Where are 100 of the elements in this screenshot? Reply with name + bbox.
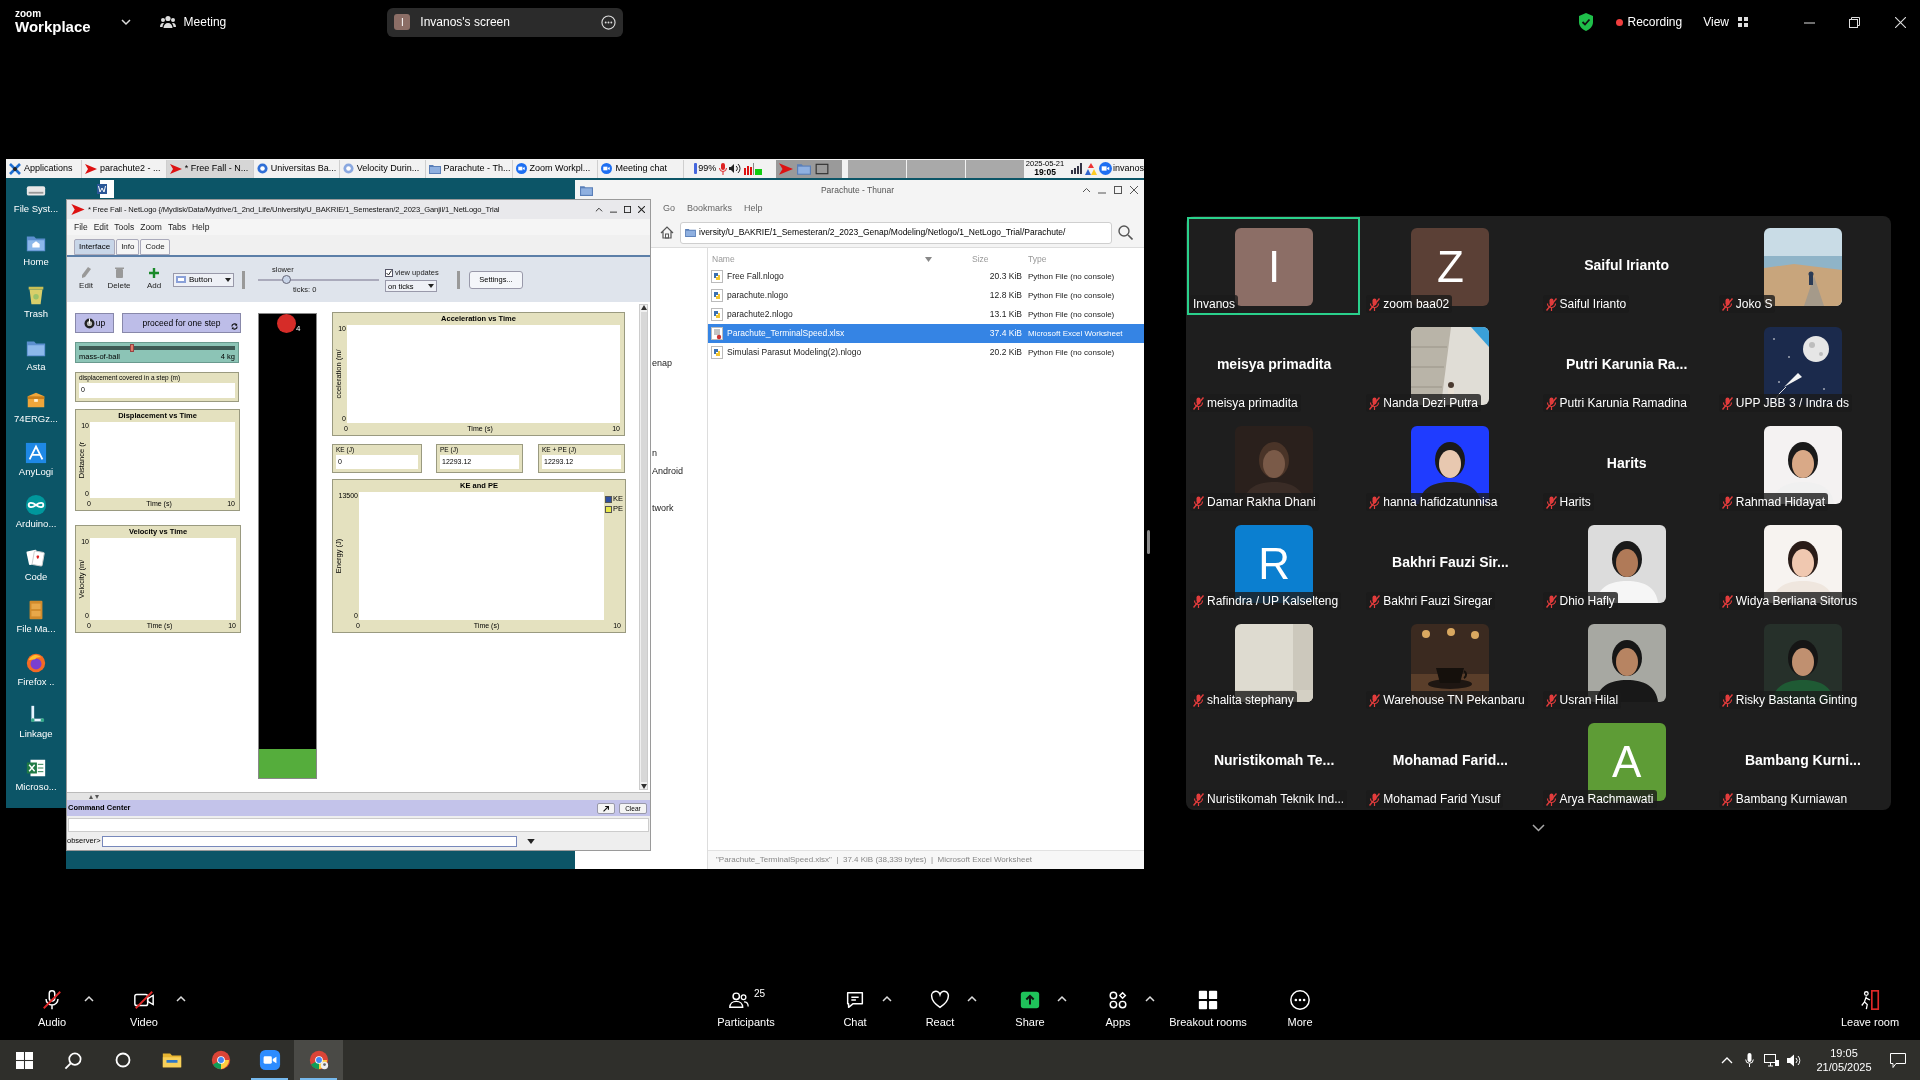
sidebar-item[interactable]: Android xyxy=(652,466,684,477)
chevron-down-icon[interactable] xyxy=(1532,824,1545,832)
caret-up-icon[interactable] xyxy=(174,994,188,1004)
clock-date[interactable]: 21/05/2025 xyxy=(1816,1060,1872,1074)
caret-up-icon[interactable] xyxy=(1143,994,1157,1004)
volume-icon[interactable] xyxy=(1787,1053,1802,1067)
dropdown-arrow-icon[interactable] xyxy=(526,838,535,844)
tool-button[interactable]: Delete xyxy=(104,267,134,292)
model-button[interactable]: up xyxy=(75,313,114,333)
chevron-up-icon[interactable] xyxy=(595,205,603,214)
sidebar-item[interactable]: enap xyxy=(652,358,673,369)
browser-icon[interactable] xyxy=(25,651,47,674)
toolbar-button[interactable]: Chat xyxy=(830,985,880,1035)
toolbar-button[interactable]: Video xyxy=(114,985,174,1035)
speaker-icon[interactable] xyxy=(729,163,742,174)
desktop-icon-label[interactable]: Microso... xyxy=(15,780,57,793)
tab[interactable]: Interface xyxy=(74,239,116,255)
caret-up-icon[interactable] xyxy=(82,994,96,1004)
meeting-button[interactable]: Meeting xyxy=(159,13,227,31)
desktop-icon-label[interactable]: Linkage xyxy=(19,728,53,740)
speed-slider[interactable] xyxy=(258,275,379,284)
taskbar-button[interactable]: * Free Fall - N... xyxy=(166,159,254,178)
sidebar-item[interactable]: n xyxy=(652,448,657,459)
caret-up-icon[interactable] xyxy=(880,994,894,1004)
toolbar-button[interactable]: Audio xyxy=(22,985,82,1035)
triangle-logo-icon[interactable] xyxy=(25,441,47,464)
menu-item[interactable]: Help xyxy=(191,220,210,234)
workspace-switcher[interactable] xyxy=(848,159,1025,178)
chevron-down-icon[interactable] xyxy=(120,17,131,27)
desktop-icon-label[interactable]: Home xyxy=(23,255,49,268)
toolbar-button[interactable]: React xyxy=(915,985,965,1035)
document-icon[interactable] xyxy=(96,179,116,199)
menu-item[interactable]: Edit xyxy=(93,220,109,234)
desktop-icon-label[interactable]: File Syst... xyxy=(13,203,59,215)
microphone-icon[interactable] xyxy=(1745,1053,1754,1067)
scroll-up-icon[interactable] xyxy=(640,305,647,310)
home-icon[interactable] xyxy=(660,226,674,239)
tool-button[interactable]: Edit xyxy=(74,267,98,292)
menu-item[interactable]: File xyxy=(74,220,88,234)
maximize-icon[interactable] xyxy=(624,206,631,213)
screen-share-menu[interactable]: I Invanos's screen xyxy=(387,7,624,37)
resize-handle[interactable] xyxy=(1147,530,1150,554)
caret-up-icon[interactable] xyxy=(1055,994,1069,1004)
infinity-icon[interactable] xyxy=(25,494,47,516)
slider-thumb[interactable] xyxy=(130,344,135,352)
clock-time[interactable]: 19:05 xyxy=(1830,1046,1858,1060)
toolbar-button[interactable]: Breakout rooms xyxy=(1158,985,1258,1035)
toolbar-button[interactable]: Share xyxy=(1005,985,1055,1035)
slider-thumb[interactable] xyxy=(281,275,291,284)
command-input[interactable] xyxy=(101,835,517,847)
toolbar-button[interactable]: More xyxy=(1275,985,1325,1035)
tab[interactable]: Code xyxy=(140,239,170,255)
chevron-up-icon[interactable] xyxy=(1082,185,1091,195)
desktop-icon-label[interactable]: Trash xyxy=(24,308,48,320)
file-row[interactable]: Parachute_TerminalSpeed.xlsx 37.4 KiB Microsoft Excel Worksheet xyxy=(708,324,1144,343)
recording-button[interactable]: Recording xyxy=(1615,13,1683,31)
menu-item[interactable]: Go xyxy=(663,202,675,216)
color-shapes-icon[interactable] xyxy=(1085,162,1097,175)
checkbox[interactable] xyxy=(385,268,393,277)
toolbar-button[interactable]: 25 Participants xyxy=(711,985,781,1035)
menu-item[interactable]: Zoom xyxy=(140,220,162,234)
widget-type-dropdown[interactable]: Button xyxy=(173,272,234,287)
model-button[interactable]: proceed for one step xyxy=(122,313,241,333)
network-icon[interactable] xyxy=(1764,1053,1779,1067)
signal-icon[interactable] xyxy=(1071,163,1082,174)
sort-arrow-icon[interactable] xyxy=(925,256,932,262)
menu-item[interactable]: Tabs xyxy=(167,220,186,234)
search-icon[interactable] xyxy=(1118,225,1133,240)
caret-up-icon[interactable] xyxy=(965,994,979,1004)
shield-icon[interactable] xyxy=(1577,13,1594,31)
desktop-icon-label[interactable]: Firefox .. xyxy=(17,675,55,688)
tool-button[interactable]: Add xyxy=(144,267,164,292)
leave-button[interactable]: Leave room xyxy=(1835,985,1905,1035)
toolbar-button[interactable]: Apps xyxy=(1093,985,1143,1035)
desktop-icon-label[interactable]: Code xyxy=(24,570,48,583)
maximize-icon[interactable] xyxy=(1114,186,1122,194)
menu-item[interactable]: Bookmarks xyxy=(687,202,733,216)
desktop-icon-label[interactable]: 74ERGz... xyxy=(14,413,58,425)
path-field[interactable]: iversity/U_BAKRIE/1_Semesteran/2_2023_Genap/Modeling/Netlogo/1_NetLogo_Trial/Parachute/ xyxy=(680,221,1112,244)
tab[interactable]: Info xyxy=(116,239,140,255)
panel-user[interactable]: invanos xyxy=(1112,161,1144,176)
desktop-icon-label[interactable]: AnyLogi xyxy=(18,465,54,478)
close-icon[interactable] xyxy=(1130,186,1138,194)
notification-icon[interactable] xyxy=(1890,1052,1906,1068)
restore-icon[interactable] xyxy=(1849,16,1860,28)
desktop-icon-label[interactable]: File Ma... xyxy=(16,623,56,635)
scroll-down-icon[interactable] xyxy=(640,784,647,789)
splitter-arrows-icon[interactable] xyxy=(89,794,99,799)
menu-item[interactable]: Help xyxy=(744,202,763,216)
view-button[interactable]: View xyxy=(1703,13,1748,31)
menu-item[interactable]: Tools xyxy=(114,220,135,234)
desktop-icon-label[interactable]: Arduino... xyxy=(15,518,57,530)
scrollbar[interactable] xyxy=(639,304,648,790)
window-icon[interactable] xyxy=(815,162,830,175)
taskbar-button[interactable]: Meeting chat xyxy=(598,159,685,178)
expand-icon[interactable] xyxy=(597,802,615,814)
close-icon[interactable] xyxy=(638,206,645,213)
taskbar-icon[interactable] xyxy=(294,1040,343,1080)
video-camera-icon[interactable] xyxy=(1099,162,1112,175)
sidebar-item[interactable]: twork xyxy=(652,503,674,514)
